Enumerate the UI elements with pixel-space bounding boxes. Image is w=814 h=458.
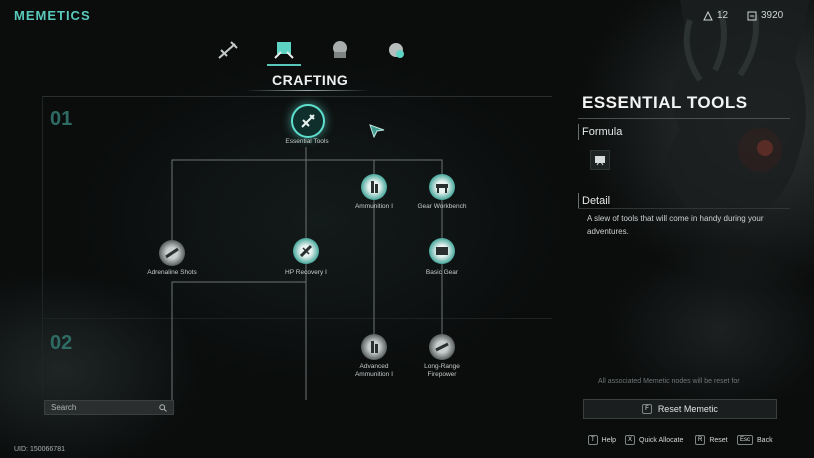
long-range-firepower-icon — [429, 334, 455, 360]
hp-recovery-icon — [293, 238, 319, 264]
hint-quick-allocate[interactable]: X Quick Allocate — [625, 435, 683, 445]
formula-accent-bar — [578, 124, 579, 140]
node-label-essential-tools: Essential Tools — [285, 138, 329, 145]
adrenaline-shot-icon — [159, 240, 185, 266]
search-icon[interactable] — [159, 404, 167, 412]
basic-gear-icon — [429, 238, 455, 264]
advanced-ammunition-line-1: Advanced — [359, 363, 389, 370]
formula-item[interactable] — [590, 150, 610, 170]
node-label-basic-gear: Basic Gear — [425, 269, 459, 276]
advanced-ammunition-line-2: Ammunition Ⅰ — [354, 371, 394, 378]
node-essential-tools[interactable]: Essential Tools — [285, 104, 329, 145]
detail-divider — [578, 118, 790, 119]
hint-quick-allocate-key: X — [625, 435, 636, 445]
node-label-gear-workbench: Gear Workbench — [417, 203, 467, 210]
node-gear-workbench[interactable]: Gear Workbench — [417, 174, 467, 210]
user-id: UID: 150066781 — [14, 446, 65, 453]
detail-separator — [578, 208, 790, 209]
ammunition-icon — [361, 174, 387, 200]
node-basic-gear[interactable]: Basic Gear — [426, 238, 458, 276]
node-label-hp-recovery-1: HP Recovery Ⅰ — [285, 269, 327, 276]
reset-memetic-button[interactable]: F Reset Memetic — [583, 399, 777, 419]
node-advanced-ammunition-1[interactable]: Advanced Ammunition Ⅰ — [355, 334, 393, 378]
detail-label: Detail — [582, 195, 611, 207]
detail-description: A slew of tools that will come in handy … — [587, 214, 764, 236]
search-placeholder: Search — [51, 403, 77, 412]
hint-help[interactable]: T Help — [588, 435, 616, 445]
node-ammunition-1[interactable]: Ammunition Ⅰ — [355, 174, 393, 210]
cursor-pointer-icon — [369, 124, 385, 138]
hint-back[interactable]: Esc Back — [737, 435, 773, 445]
hint-reset-key: R — [695, 435, 706, 445]
node-adrenaline-shots[interactable]: Adrenaline Shots — [147, 240, 197, 276]
search-input[interactable]: Search — [44, 400, 174, 415]
node-label-ammunition-1: Ammunition Ⅰ — [354, 203, 394, 210]
reset-label: Reset Memetic — [657, 404, 718, 414]
node-hp-recovery-1[interactable]: HP Recovery Ⅰ — [285, 238, 327, 276]
reset-note: All associated Memetic nodes will be res… — [598, 378, 740, 385]
node-label-adrenaline-shots: Adrenaline Shots — [147, 269, 197, 276]
workbench-icon — [429, 174, 455, 200]
node-long-range-firepower[interactable]: Long-Range Firepower — [424, 334, 460, 378]
reset-key: F — [642, 404, 652, 414]
formula-label: Formula — [582, 126, 623, 138]
long-range-firepower-line-1: Long-Range — [424, 363, 460, 370]
formula-item-icon — [595, 156, 605, 166]
long-range-firepower-line-2: Firepower — [427, 371, 457, 378]
node-label-long-range-firepower: Long-Range Firepower — [419, 363, 465, 379]
detail-title: ESSENTIAL TOOLS — [582, 93, 748, 112]
detail-accent-bar — [578, 193, 579, 209]
hint-back-label: Back — [757, 436, 773, 444]
essential-tools-icon — [291, 104, 325, 138]
hint-reset-label: Reset — [709, 436, 728, 444]
hint-back-key: Esc — [737, 435, 754, 445]
node-label-advanced-ammunition-1: Advanced Ammunition Ⅰ — [347, 363, 401, 379]
hint-reset[interactable]: R Reset — [695, 435, 728, 445]
hint-quick-allocate-label: Quick Allocate — [639, 436, 684, 444]
hint-help-key: T — [588, 435, 598, 445]
advanced-ammunition-icon — [361, 334, 387, 360]
hint-help-label: Help — [601, 436, 617, 444]
